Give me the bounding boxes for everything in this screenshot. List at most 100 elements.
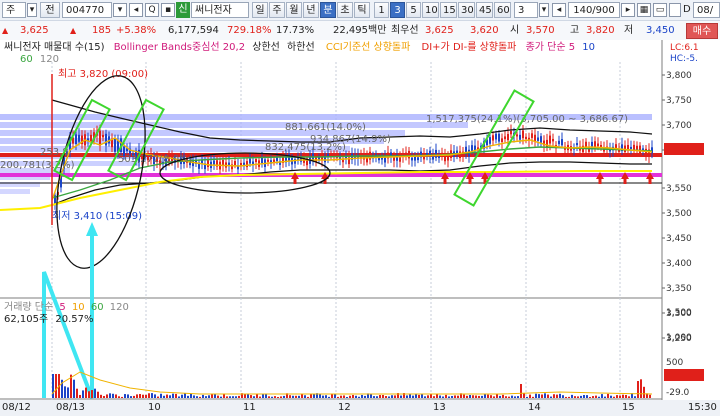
volume-bar [130, 396, 132, 398]
tab-tick[interactable]: 틱 [354, 2, 370, 18]
volume-bar [499, 395, 501, 398]
volume-bar [109, 393, 111, 398]
x-label: 15 [622, 402, 635, 413]
volume-bar [487, 394, 489, 398]
next-page-icon[interactable]: ▸ [621, 3, 635, 17]
volume-bar [181, 394, 183, 398]
candle-body [591, 141, 593, 147]
page-count-field[interactable]: 140/900 [568, 2, 620, 18]
interval-30[interactable]: 30 [458, 2, 475, 18]
candle-body [498, 133, 500, 142]
interval-dropdown-icon[interactable]: ▾ [539, 3, 549, 17]
price-chart-canvas[interactable]: 최고 3,820 (09:00) 최저 3,410 (15:09) 881,66… [0, 40, 720, 416]
buy-button[interactable]: 매수 [686, 23, 718, 39]
volume-bar [466, 395, 468, 398]
candle-body [99, 130, 101, 146]
chart-area[interactable]: 최고 3,820 (09:00) 최저 3,410 (15:09) 881,66… [0, 40, 720, 416]
volume-bar [586, 395, 588, 398]
x-label: 08/13 [56, 402, 85, 413]
date-field[interactable]: 08/ [693, 2, 720, 18]
candle-body [516, 134, 518, 137]
market-select[interactable]: 주 [2, 2, 26, 18]
volume-bar [595, 395, 597, 398]
volume-bar [541, 394, 543, 398]
volume-bar [364, 395, 366, 398]
volume-bar [373, 396, 375, 398]
candle-body [213, 160, 215, 165]
volume-bar [343, 395, 345, 398]
grid-icon[interactable]: ▦ [637, 3, 651, 17]
y-axis-label: 3,550 [666, 184, 692, 194]
volume-bar [589, 396, 591, 398]
interval-1[interactable]: 1 [374, 2, 389, 18]
volume-bar [64, 386, 66, 398]
interval-45[interactable]: 45 [476, 2, 493, 18]
candle-body [525, 136, 527, 139]
checkbox-icon[interactable] [669, 3, 681, 17]
tab-minute[interactable]: 분 [320, 2, 336, 18]
candle-body [234, 160, 236, 166]
volume-y-axis-label: 1,500 [666, 308, 692, 318]
search-icon[interactable]: ▾ [113, 3, 127, 17]
volume-bar [418, 394, 420, 398]
interval-10[interactable]: 10 [422, 2, 439, 18]
stock-code-input[interactable]: 004770 [62, 2, 112, 18]
window-icon[interactable]: ▭ [653, 3, 667, 17]
volume-bar [454, 395, 456, 398]
profile-bar [0, 122, 468, 128]
legend-lower: 하한선 [287, 42, 315, 53]
volume-bar [445, 394, 447, 398]
x-label: 10 [148, 402, 161, 413]
volume-bar [523, 393, 525, 398]
speaker-icon[interactable]: ◂ [129, 3, 143, 17]
chart-toolbar: 주 ▾ 전 004770 ▾ ◂ Q ▪ 신 써니전자 일 주 월 년 분 초 … [0, 0, 720, 40]
current-price: 3,625 [20, 25, 49, 36]
tab-week[interactable]: 주 [269, 2, 285, 18]
tab-day[interactable]: 일 [252, 2, 268, 18]
zoom-icon[interactable]: Q [145, 3, 159, 17]
candle-body [636, 145, 638, 150]
volume-legend-60: 60 [90, 302, 104, 313]
candle-body [639, 145, 641, 154]
volume-bar [538, 394, 540, 398]
legend-upper: 상한선 [252, 42, 280, 53]
volume-bar [535, 393, 537, 398]
market-button[interactable]: 전 [40, 2, 60, 18]
volume-bar [292, 395, 294, 398]
interval-5[interactable]: 5 [406, 2, 421, 18]
trade-amount: 22,495백만 [333, 25, 387, 36]
candle-body [267, 159, 269, 162]
market-dropdown-icon[interactable]: ▾ [27, 3, 37, 17]
volume-y-axis-label: 1,000 [666, 333, 692, 343]
low-label: 저 [624, 25, 634, 36]
candle-body [510, 130, 512, 135]
interval-select[interactable]: 3 [514, 2, 538, 18]
interval-15[interactable]: 15 [440, 2, 457, 18]
volume-bar [226, 396, 228, 398]
volume-bar [283, 395, 285, 398]
tab-second[interactable]: 초 [337, 2, 353, 18]
volume-bar [436, 394, 438, 398]
interval-60[interactable]: 60 [494, 2, 511, 18]
volume-bar [625, 394, 627, 398]
volume-bar [598, 396, 600, 398]
interval-3[interactable]: 3 [390, 2, 405, 18]
volume-bar [493, 396, 495, 398]
volume-y-axis-label: 500 [666, 358, 683, 368]
profile-label: 200,781(3.2%) [0, 160, 75, 171]
settings-icon[interactable]: ▪ [161, 3, 175, 17]
tab-year[interactable]: 년 [303, 2, 319, 18]
volume-bar [406, 395, 408, 398]
volume-bar [514, 396, 516, 398]
volume-bar [244, 394, 246, 398]
volume-bar [202, 394, 204, 398]
volume-bar [178, 396, 180, 398]
tab-month[interactable]: 월 [286, 2, 302, 18]
y-axis-label: 0.00% [666, 170, 695, 180]
prev-page-icon[interactable]: ◂ [552, 3, 566, 17]
candle-body [261, 157, 263, 164]
volume-bar [106, 394, 108, 398]
candle-body [474, 145, 476, 151]
volume-bar [505, 396, 507, 398]
high-price: 3,820 [586, 25, 615, 36]
